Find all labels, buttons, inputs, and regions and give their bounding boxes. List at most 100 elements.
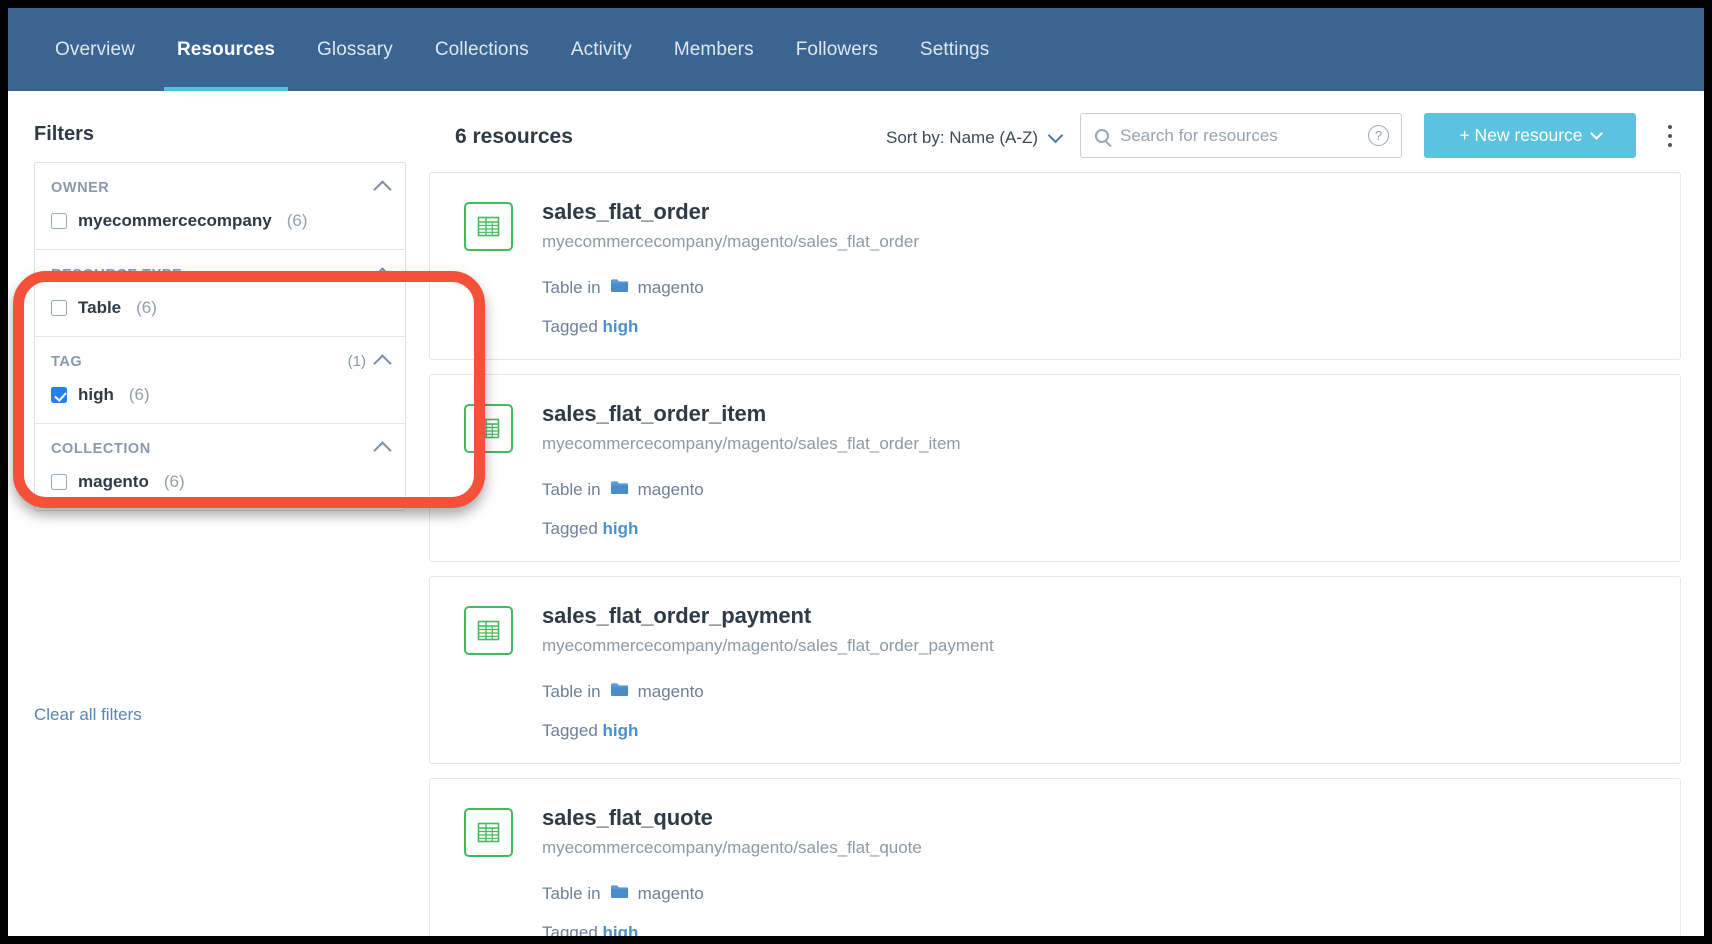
filter-group-title: OWNER	[51, 179, 110, 196]
resource-card[interactable]: sales_flat_order_payment myecommercecompa…	[429, 576, 1681, 764]
filter-group-header-right	[373, 440, 392, 460]
nav-item-activity[interactable]: Activity	[550, 8, 653, 91]
nav-item-followers[interactable]: Followers	[775, 8, 899, 91]
filter-group-header[interactable]: OWNER	[51, 179, 392, 199]
tag-link[interactable]: high	[603, 317, 639, 336]
resource-card-body: sales_flat_order_item myecommercecompany/…	[542, 401, 961, 539]
filter-option-label: magento	[78, 472, 149, 491]
resource-type-prefix: Table in	[542, 884, 601, 903]
filter-group-header[interactable]: RESOURCE TYPE	[51, 266, 392, 286]
resource-name[interactable]: sales_flat_quote	[542, 805, 922, 831]
folder-icon	[610, 884, 629, 904]
filter-option-count: (6)	[286, 211, 308, 230]
chevron-up-icon[interactable]	[373, 354, 392, 373]
nav-item-overview[interactable]: Overview	[34, 8, 156, 91]
app-page: Overview Resources Glossary Collections Acti…	[8, 8, 1704, 936]
resource-collection-link[interactable]: magento	[638, 278, 704, 298]
resource-name[interactable]: sales_flat_order_item	[542, 401, 961, 427]
chevron-up-icon[interactable]	[373, 180, 392, 199]
chevron-down-icon	[1589, 127, 1603, 140]
resource-name[interactable]: sales_flat_order	[542, 199, 919, 225]
folder-icon	[610, 682, 629, 702]
filter-option-magento[interactable]: magento (6)	[51, 472, 389, 492]
resource-type-prefix: Table in	[542, 682, 601, 701]
resources-toolbar: 6 resources Sort by: Name (A-Z) ? + New …	[428, 113, 1704, 165]
tag-link[interactable]: high	[603, 721, 639, 740]
filter-group-title: RESOURCE TYPE	[51, 266, 183, 283]
resource-card[interactable]: sales_flat_quote myecommercecompany/magen…	[429, 778, 1681, 936]
resource-collection-link[interactable]: magento	[638, 480, 704, 500]
question-circle-icon[interactable]: ?	[1368, 125, 1389, 146]
resource-card[interactable]: sales_flat_order_item myecommercecompany/…	[429, 374, 1681, 562]
search-icon	[1095, 128, 1109, 143]
nav-item-settings[interactable]: Settings	[899, 8, 1010, 91]
filter-option-count: (6)	[128, 385, 150, 404]
filter-group-header[interactable]: TAG (1)	[51, 353, 392, 373]
filter-group-title: COLLECTION	[51, 440, 151, 457]
tag-link[interactable]: high	[603, 923, 639, 936]
filter-option-label: high	[78, 385, 114, 404]
resource-card[interactable]: sales_flat_order myecommercecompany/magen…	[429, 172, 1681, 360]
resource-path: myecommercecompany/magento/sales_flat_qu…	[542, 838, 922, 857]
clear-all-filters-link[interactable]: Clear all filters	[34, 705, 142, 725]
chevron-up-icon[interactable]	[373, 441, 392, 460]
resource-path: myecommercecompany/magento/sales_flat_or…	[542, 434, 961, 453]
tagged-prefix: Tagged	[542, 923, 598, 936]
filter-option-high[interactable]: high (6)	[51, 385, 389, 405]
filter-option-table[interactable]: Table (6)	[51, 298, 389, 318]
resource-tags: Tagged high	[542, 923, 922, 936]
checkbox-icon[interactable]	[51, 387, 67, 403]
search-input[interactable]	[1120, 125, 1368, 146]
sort-by-dropdown[interactable]: Sort by: Name (A-Z)	[886, 127, 1064, 148]
search-box[interactable]: ?	[1080, 113, 1402, 158]
table-icon	[464, 404, 513, 453]
resource-type-prefix: Table in	[542, 480, 601, 499]
page-content: Filters OWNER myecommercecompany (6) RESOUR…	[8, 91, 1704, 936]
filter-group-selected-count: (1)	[347, 353, 366, 370]
filter-group-header-right: (1)	[347, 353, 392, 373]
resources-main: 6 resources Sort by: Name (A-Z) ? + New …	[428, 91, 1704, 936]
nav-item-collections[interactable]: Collections	[414, 8, 550, 91]
new-resource-button[interactable]: + New resource	[1424, 113, 1636, 158]
nav-item-resources[interactable]: Resources	[156, 8, 296, 91]
checkbox-icon[interactable]	[51, 300, 67, 316]
filter-group-owner: OWNER myecommercecompany (6)	[35, 163, 405, 250]
chevron-up-icon[interactable]	[373, 267, 392, 286]
sort-by-label: Sort by: Name (A-Z)	[886, 128, 1039, 147]
resource-collection-link[interactable]: magento	[638, 682, 704, 702]
resource-card-body: sales_flat_quote myecommercecompany/magen…	[542, 805, 922, 936]
resource-tags: Tagged high	[542, 317, 919, 337]
nav-item-members[interactable]: Members	[653, 8, 775, 91]
kebab-menu-icon[interactable]	[1660, 122, 1680, 150]
resource-count-label: 6 resources	[455, 125, 573, 148]
filter-group-header-right	[373, 179, 392, 199]
resource-location: Table in magento	[542, 884, 922, 904]
chevron-down-icon	[1047, 127, 1064, 144]
tagged-prefix: Tagged	[542, 721, 598, 740]
filter-group-header[interactable]: COLLECTION	[51, 440, 392, 460]
filter-option-myecommercecompany[interactable]: myecommercecompany (6)	[51, 211, 389, 231]
resource-location: Table in magento	[542, 682, 994, 702]
filters-sidebar: Filters OWNER myecommercecompany (6) RESOUR…	[8, 91, 428, 936]
resource-name[interactable]: sales_flat_order_payment	[542, 603, 994, 629]
resource-tags: Tagged high	[542, 721, 994, 741]
folder-icon	[610, 480, 629, 500]
new-resource-label: + New resource	[1459, 125, 1583, 145]
tag-link[interactable]: high	[603, 519, 639, 538]
tagged-prefix: Tagged	[542, 317, 598, 336]
resource-location: Table in magento	[542, 480, 961, 500]
resource-card-body: sales_flat_order myecommercecompany/magen…	[542, 199, 919, 337]
filter-panel: OWNER myecommercecompany (6) RESOURCE TYPE T…	[34, 162, 406, 511]
resource-card-list: sales_flat_order myecommercecompany/magen…	[428, 172, 1704, 936]
table-icon	[464, 202, 513, 251]
filter-group-collection: COLLECTION magento (6)	[35, 424, 405, 510]
nav-item-glossary[interactable]: Glossary	[296, 8, 414, 91]
filter-option-label: Table	[78, 298, 122, 317]
filter-group-header-right	[373, 266, 392, 286]
folder-icon	[610, 278, 629, 298]
filter-option-label: myecommercecompany	[78, 211, 272, 230]
filter-group-tag: TAG (1) high (6)	[35, 337, 405, 424]
checkbox-icon[interactable]	[51, 474, 67, 490]
checkbox-icon[interactable]	[51, 213, 67, 229]
resource-collection-link[interactable]: magento	[638, 884, 704, 904]
